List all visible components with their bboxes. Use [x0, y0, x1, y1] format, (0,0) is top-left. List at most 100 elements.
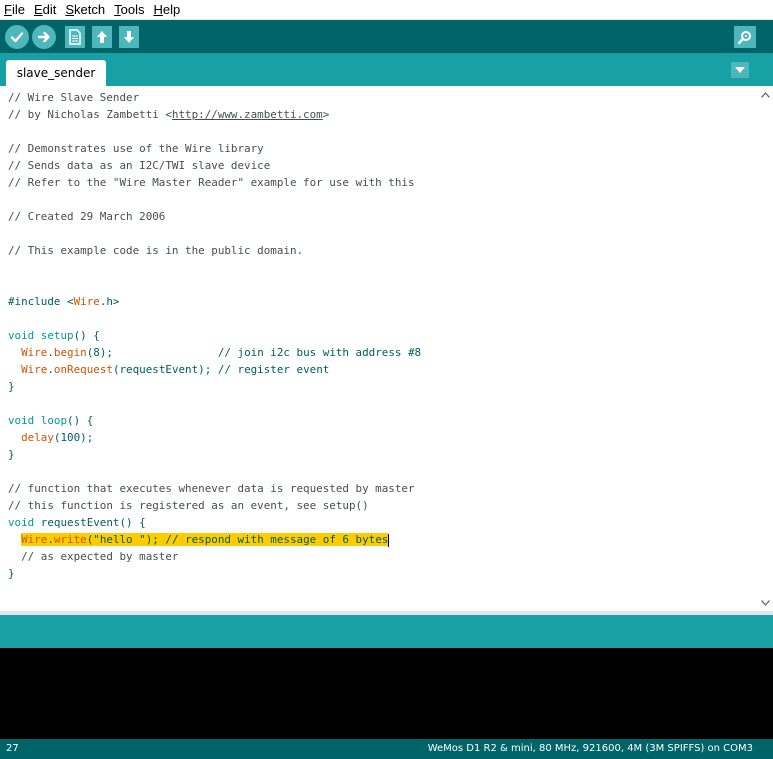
- open-button[interactable]: [92, 26, 112, 48]
- code-token: (100);: [53, 431, 94, 444]
- tab-bar: slave_sender: [0, 53, 773, 86]
- serial-monitor-button[interactable]: [734, 26, 756, 48]
- scroll-down-icon[interactable]: [758, 594, 773, 611]
- arrow-right-icon: [37, 31, 50, 43]
- code-line: }: [8, 446, 421, 463]
- menu-file-mnemonic: F: [4, 2, 12, 17]
- menu-sketch-mnemonic: S: [65, 2, 75, 17]
- menu-help[interactable]: Help: [149, 0, 185, 19]
- code-token: onRequest: [53, 363, 113, 376]
- menu-file-label: ile: [11, 2, 25, 17]
- menu-bar: File Edit Sketch Tools Help: [0, 0, 773, 20]
- code-line: // Sends data as an I2C/TWI slave device: [8, 157, 421, 174]
- menu-file[interactable]: File: [0, 0, 30, 19]
- code-token: (8); // join i2c bus with address #8: [86, 346, 422, 359]
- code-token: write: [53, 533, 87, 546]
- code-token: requestEvent() {: [34, 516, 146, 529]
- triangle-down-icon: [735, 67, 745, 73]
- code-token: #include <: [8, 295, 74, 308]
- code-token: () {: [67, 414, 94, 427]
- code-token: Wire: [21, 363, 48, 376]
- code-token: Wire: [21, 533, 48, 546]
- code-line: }: [8, 565, 421, 582]
- code-token: http://www.zambetti.com: [171, 108, 323, 121]
- code-token: }: [8, 380, 15, 393]
- code-editor[interactable]: // Wire Slave Sender // by Nicholas Zambe…: [0, 86, 758, 611]
- code-token: (requestEvent); // register event: [112, 363, 330, 376]
- code-token: loop: [40, 414, 68, 427]
- editor-scrollbar[interactable]: [758, 86, 773, 611]
- open-arrow-up-icon: [97, 31, 107, 43]
- code-line: Wire.write("hello "); // respond with me…: [8, 531, 421, 548]
- code-token: // This example code is in the public do…: [8, 244, 304, 257]
- code-token: }: [8, 567, 15, 580]
- serial-monitor-icon: [737, 31, 751, 45]
- code-line: // Created 29 March 2006: [8, 208, 421, 225]
- save-button[interactable]: [119, 26, 139, 48]
- menu-tools-label: ools: [120, 2, 145, 17]
- menu-help-mnemonic: H: [153, 2, 163, 17]
- toolbar: [0, 20, 773, 53]
- status-line-number: 27: [6, 743, 19, 754]
- upload-button[interactable]: [32, 25, 56, 49]
- tab-menu-button[interactable]: [731, 62, 749, 78]
- save-arrow-down-icon: [124, 31, 134, 43]
- code-line: Wire.begin(8); // join i2c bus with addr…: [8, 344, 421, 361]
- code-line: delay(100);: [8, 429, 421, 446]
- code-line: #include <Wire.h>: [8, 293, 421, 310]
- code-line: // Demonstrates use of the Wire library: [8, 140, 421, 157]
- menu-edit[interactable]: Edit: [30, 0, 61, 19]
- code-token: setup: [40, 329, 74, 342]
- scroll-up-icon[interactable]: [758, 86, 773, 103]
- code-line: // function that executes whenever data …: [8, 480, 421, 497]
- menu-edit-mnemonic: E: [33, 2, 43, 17]
- code-line: // Refer to the "Wire Master Reader" exa…: [8, 174, 421, 191]
- verify-button[interactable]: [5, 25, 29, 49]
- code-token: () {: [73, 329, 100, 342]
- menu-edit-label: dit: [42, 2, 57, 17]
- code-token: void: [8, 414, 35, 427]
- code-line: // This example code is in the public do…: [8, 242, 421, 259]
- status-bar: 27 WeMos D1 R2 & mini, 80 MHz, 921600, 4…: [0, 739, 773, 759]
- code-token: Wire: [73, 295, 100, 308]
- code-token: // Sends data as an I2C/TWI slave device: [8, 159, 271, 172]
- code-token: // Refer to the "Wire Master Reader" exa…: [8, 176, 415, 189]
- code-line: void setup() {: [8, 327, 421, 344]
- code-line: void requestEvent() {: [8, 514, 421, 531]
- console-output[interactable]: [0, 648, 773, 739]
- code-token: ("hello "); // respond with message of 6…: [86, 533, 389, 546]
- checkmark-icon: [10, 32, 24, 43]
- code-token: void: [8, 329, 35, 342]
- code-token: // function that executes whenever data …: [8, 482, 415, 495]
- menu-tools[interactable]: Tools: [110, 0, 149, 19]
- text-cursor: [388, 533, 390, 547]
- code-token: >: [322, 108, 330, 121]
- code-token: // as expected by master: [8, 550, 179, 563]
- tab-slave-sender[interactable]: slave_sender: [6, 60, 106, 86]
- code-token: begin: [53, 346, 87, 359]
- code-token: // by Nicholas Zambetti <: [8, 108, 172, 121]
- code-token: // Created 29 March 2006: [8, 210, 166, 223]
- code-token: .h>: [99, 295, 120, 308]
- menu-sketch[interactable]: Sketch: [61, 0, 110, 19]
- new-button[interactable]: [65, 26, 85, 48]
- code-line: // as expected by master: [8, 548, 421, 565]
- menu-sketch-label: ketch: [74, 2, 106, 17]
- code-token: // this function is registered as an eve…: [8, 499, 369, 512]
- menu-help-label: elp: [162, 2, 181, 17]
- code-token: void: [8, 516, 35, 529]
- code-line: // by Nicholas Zambetti <http://www.zamb…: [8, 106, 421, 123]
- code-token: .: [47, 533, 54, 546]
- code-text: // Wire Slave Sender // by Nicholas Zambe…: [8, 89, 421, 582]
- code-line: // this function is registered as an eve…: [8, 497, 421, 514]
